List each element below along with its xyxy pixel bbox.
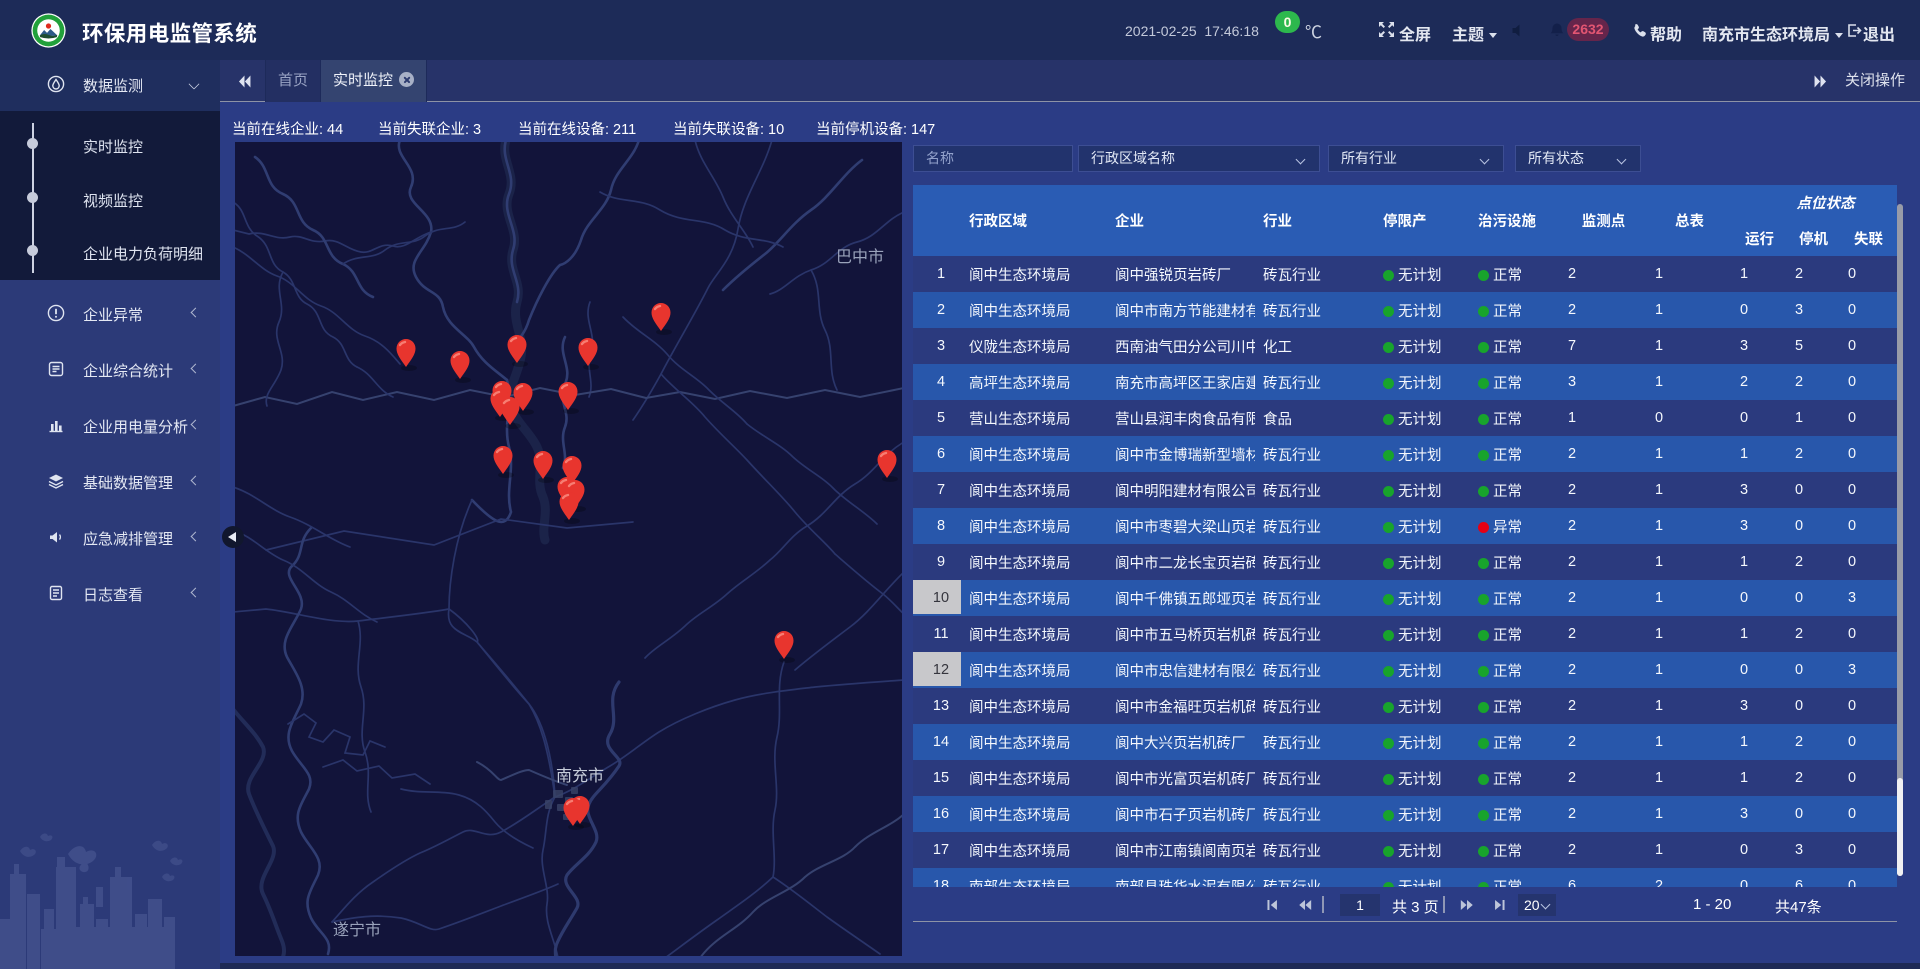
- svg-text:南充市: 南充市: [556, 767, 604, 785]
- svg-text:巴中市: 巴中市: [836, 248, 884, 266]
- svg-text:遂宁市: 遂宁市: [333, 921, 381, 939]
